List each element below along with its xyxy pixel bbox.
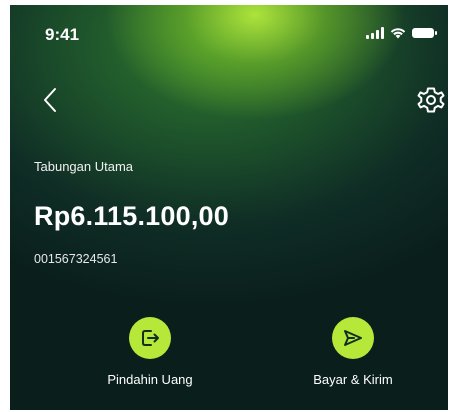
pay-and-send-button[interactable]: Bayar & Kirim	[283, 317, 423, 387]
account-detail-screen: 9:41 Tabungan Utama Rp6.115.100,00 00156…	[10, 5, 448, 410]
transfer-money-button[interactable]: Pindahin Uang	[80, 317, 220, 387]
status-time: 9:41	[45, 25, 80, 44]
gear-icon	[417, 87, 445, 113]
chevron-left-icon	[44, 88, 56, 112]
account-balance: Rp6.115.100,00	[34, 201, 229, 231]
account-number: 001567324561	[34, 252, 118, 266]
transfer-icon-circle	[129, 317, 171, 359]
pay-icon-circle	[332, 317, 374, 359]
send-icon	[344, 330, 362, 346]
status-bar: 9:41	[10, 5, 448, 49]
wifi-icon	[390, 28, 406, 39]
cellular-signal-icon	[366, 27, 384, 39]
settings-button[interactable]	[415, 84, 447, 116]
transfer-money-label: Pindahin Uang	[107, 372, 193, 387]
account-name: Tabungan Utama	[34, 159, 134, 174]
transfer-out-icon	[142, 330, 159, 346]
pay-and-send-label: Bayar & Kirim	[313, 372, 393, 387]
battery-icon	[412, 28, 437, 38]
status-icons	[366, 27, 437, 39]
back-button[interactable]	[38, 85, 68, 115]
